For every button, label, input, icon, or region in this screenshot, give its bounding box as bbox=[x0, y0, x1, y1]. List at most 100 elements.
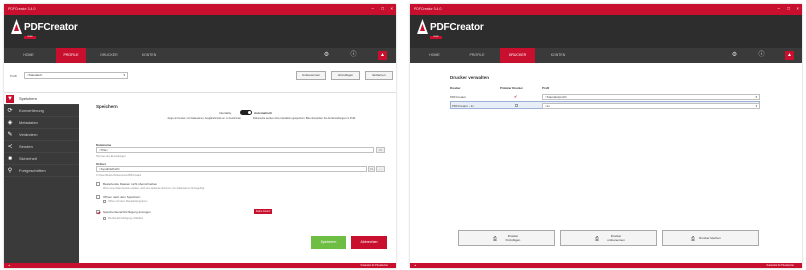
folder-hint: C:\Users\Nutzer\Dokumente\PDFCreator bbox=[96, 174, 142, 177]
add-printer-icon: ⎙ bbox=[493, 236, 498, 242]
add-profile-button[interactable]: Hinzufügen bbox=[331, 71, 360, 80]
table-row[interactable]: PDFCreator ✔ <Standardprofil> ▾ bbox=[450, 93, 760, 101]
sidebar-item-modify[interactable]: ✎ Verändern bbox=[4, 129, 79, 141]
sidebar-item-label: Fortgeschritten bbox=[19, 168, 46, 173]
sidebar-item-metadata[interactable]: ◈ Metadaten bbox=[4, 117, 79, 129]
tab-profile[interactable]: PROFILE bbox=[462, 48, 492, 63]
delete-printer-icon: ⎙ bbox=[691, 236, 696, 242]
rename-printer-icon: ⎙ bbox=[595, 236, 600, 242]
maximize-icon[interactable]: □ bbox=[381, 6, 384, 12]
lock-icon: ■ bbox=[8, 156, 12, 162]
tab-printer[interactable]: DRUCKER bbox=[500, 48, 535, 63]
sidebar-item-label: Konvertierung bbox=[19, 108, 44, 113]
overwrite-checkbox[interactable] bbox=[96, 182, 100, 186]
tab-printer[interactable]: DRUCKER bbox=[94, 48, 124, 63]
profile-select-value: <Standard> bbox=[27, 73, 43, 77]
sidebar-item-advanced[interactable]: ⚲ Fortgeschritten bbox=[4, 165, 79, 177]
info-icon[interactable]: ⓘ bbox=[349, 51, 358, 60]
add-printer-button[interactable]: ⎙ Drucker hinzufügen bbox=[458, 230, 555, 246]
delete-printer-label: Drucker löschen bbox=[699, 236, 721, 240]
folder-input[interactable]: <InputFilePath> bbox=[96, 166, 367, 172]
cancel-button[interactable]: Abbrechen bbox=[351, 236, 387, 249]
table-row[interactable]: PDFCreator - 2x <a> ▾ bbox=[450, 101, 760, 109]
notification-label: Speicherbenachrichtigung anzeigen bbox=[103, 210, 151, 214]
pdfcreator-printer-window: PDFCreator 3.4.0 – □ × PDFCreator FREE H… bbox=[410, 4, 802, 268]
title-bar: PDFCreator 3.4.0 – □ × bbox=[4, 4, 396, 15]
minimize-icon[interactable]: – bbox=[371, 6, 374, 12]
profile-label: Profil bbox=[10, 74, 17, 78]
mode-auto-label: Automatisch bbox=[254, 111, 273, 115]
warning-badge: Keine Lizenz bbox=[254, 209, 273, 214]
minimize-icon[interactable]: – bbox=[777, 6, 780, 12]
close-notification-checkbox[interactable] bbox=[103, 217, 106, 220]
filename-hint: Titel aus den Einstellungen bbox=[96, 155, 126, 158]
sidebar-item-security[interactable]: ■ Sicherheit bbox=[4, 153, 79, 165]
main-nav: HOME PROFILE DRUCKER KONTEN ⚙ ⓘ ▲ bbox=[4, 48, 396, 63]
col-profile: Profil bbox=[542, 86, 550, 90]
browse-button[interactable]: … bbox=[376, 166, 385, 172]
sidebar-item-label: Speichern bbox=[19, 96, 38, 101]
col-printer: Drucker bbox=[450, 86, 461, 90]
settings-icon[interactable]: ⚙ bbox=[322, 51, 331, 60]
pdfcreator-logo-icon bbox=[417, 19, 428, 34]
profile-select-value: <Standardprofil> bbox=[545, 95, 568, 99]
remove-profile-button[interactable]: Entfernen bbox=[365, 71, 393, 80]
title-bar: PDFCreator 3.4.0 – □ × bbox=[410, 4, 802, 15]
maximize-icon[interactable]: □ bbox=[787, 6, 790, 12]
edition-badge: FREE bbox=[430, 36, 442, 39]
save-icon: ▼ bbox=[6, 95, 14, 103]
logo-small-icon[interactable]: ▲ bbox=[378, 51, 387, 60]
rename-printer-label: Drucker umbenennen bbox=[607, 234, 625, 242]
footer-bar: ▲ Kostenlos für Privatnutzer bbox=[4, 263, 396, 268]
section-title: Drucker verwalten bbox=[450, 75, 490, 80]
filename-input[interactable]: <Title> bbox=[96, 147, 374, 153]
overwrite-label: Bestehende Dateien nicht überschreiben bbox=[103, 182, 158, 186]
tab-home[interactable]: HOME bbox=[422, 48, 447, 63]
close-icon[interactable]: × bbox=[390, 6, 393, 12]
sidebar-item-label: Verändern bbox=[19, 132, 38, 137]
window-title: PDFCreator 3.4.0 bbox=[8, 7, 36, 11]
delete-printer-button[interactable]: ⎙ Drucker löschen bbox=[662, 230, 759, 246]
footer-logo-icon: ▲ bbox=[8, 264, 11, 267]
printer-name: PDFCreator bbox=[450, 95, 467, 99]
mode-interactive-label: Interaktiv bbox=[219, 111, 232, 115]
col-default: Primärer Drucker bbox=[500, 86, 523, 90]
token-button[interactable]: <> bbox=[376, 147, 385, 153]
profile-select[interactable]: <a> ▾ bbox=[542, 103, 760, 109]
open-after-save-checkbox[interactable] bbox=[96, 195, 100, 199]
notification-checkbox[interactable] bbox=[96, 210, 100, 214]
section-title: Speichern bbox=[96, 104, 118, 109]
mode-toggle[interactable] bbox=[240, 110, 252, 115]
chevron-down-icon: ▾ bbox=[123, 73, 125, 77]
tab-accounts[interactable]: KONTEN bbox=[543, 48, 573, 63]
open-default-checkbox[interactable] bbox=[103, 200, 106, 203]
mode-auto-desc: Dokumente werden ohne Interaktion gespei… bbox=[253, 117, 356, 120]
default-printer-radio[interactable] bbox=[515, 104, 518, 107]
logo-small-icon[interactable]: ▲ bbox=[785, 51, 794, 60]
info-icon[interactable]: ⓘ bbox=[757, 51, 766, 60]
sidebar-item-convert[interactable]: ⟳ Konvertierung bbox=[4, 105, 79, 117]
profile-select[interactable]: <Standardprofil> ▾ bbox=[542, 94, 760, 100]
window-title: PDFCreator 3.4.0 bbox=[414, 7, 442, 11]
search-icon: ⚲ bbox=[7, 168, 13, 174]
sidebar-item-save[interactable]: ▼ Speichern bbox=[4, 93, 79, 105]
sidebar-item-send[interactable]: ≺ Senden bbox=[4, 141, 79, 153]
close-icon[interactable]: × bbox=[796, 6, 799, 12]
rename-printer-button[interactable]: ⎙ Drucker umbenennen bbox=[560, 230, 657, 246]
tab-profile[interactable]: PROFILE bbox=[56, 48, 86, 63]
brand-name: PDFCreator bbox=[430, 22, 484, 33]
open-default-label: Öffnen mit dem Standardprogramm bbox=[108, 200, 148, 203]
app-header: PDFCreator FREE bbox=[4, 15, 396, 48]
save-button[interactable]: Speichern bbox=[311, 236, 346, 249]
footer-text: Kostenlos für Privatnutzer bbox=[766, 264, 794, 267]
settings-icon[interactable]: ⚙ bbox=[730, 51, 739, 60]
profile-bar: Profil <Standard> ▾ Umbenennen Hinzufüge… bbox=[4, 63, 396, 93]
close-notification-label: Die Benachrichtigung schließen bbox=[108, 217, 144, 220]
tab-home[interactable]: HOME bbox=[16, 48, 41, 63]
rename-profile-button[interactable]: Umbenennen bbox=[296, 71, 326, 80]
tab-accounts[interactable]: KONTEN bbox=[134, 48, 164, 63]
footer-text: Kostenlos für Privatnutzer bbox=[360, 264, 388, 267]
folder-token-button[interactable]: <> bbox=[368, 166, 375, 172]
profile-select[interactable]: <Standard> ▾ bbox=[24, 72, 128, 79]
footer-bar: ▲ Kostenlos für Privatnutzer bbox=[410, 263, 802, 268]
